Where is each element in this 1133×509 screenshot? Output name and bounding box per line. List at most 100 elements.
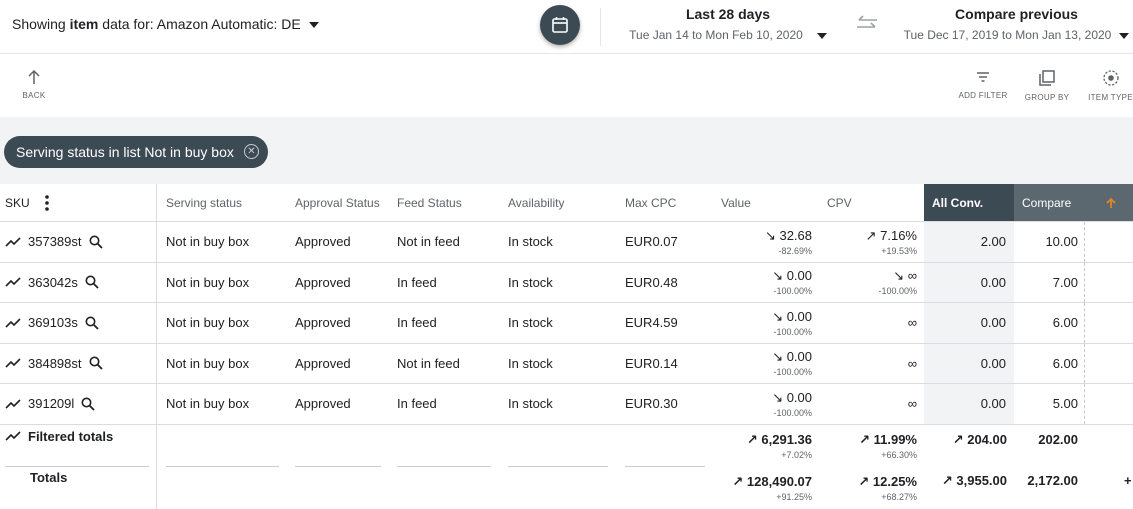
availability-cell: In stock	[508, 355, 553, 371]
all-conv-cell: 0.00	[924, 384, 1014, 424]
cpv-cell: ↘ ∞ -100.00%	[826, 263, 917, 303]
back-arrow-icon	[28, 69, 40, 84]
totals-label: Totals	[0, 467, 157, 509]
approval-status-cell: Approved	[295, 274, 351, 290]
col-header-approval-status[interactable]: Approval Status	[295, 184, 380, 221]
sku-label[interactable]: 369103s	[28, 315, 78, 330]
back-button[interactable]: BACK	[18, 69, 50, 100]
table-row[interactable]: 369103s Not in buy box Approved In feed In s…	[0, 303, 1133, 344]
cpv-cell: ∞	[826, 303, 917, 343]
more-vert-icon[interactable]	[44, 194, 50, 212]
feed-status-cell: Not in feed	[397, 355, 460, 371]
trend-icon[interactable]	[5, 277, 21, 287]
col-header-all-conv[interactable]: All Conv.	[924, 184, 1014, 221]
cpv-cell: ∞	[826, 384, 917, 424]
totals-compare: 2,172.00	[1027, 473, 1078, 488]
account-selector[interactable]: Showing item data for: Amazon Automatic:…	[12, 16, 319, 32]
col-header-value[interactable]: Value	[721, 184, 751, 221]
compare-range-dates: Tue Dec 17, 2019 to Mon Jan 13, 2020	[900, 28, 1133, 42]
cpv-cell: ↗ 7.16% +19.53%	[826, 222, 917, 262]
max-cpc-cell: EUR0.48	[625, 274, 678, 290]
filter-chip[interactable]: Serving status in list Not in buy box ✕	[4, 136, 268, 168]
chevron-down-icon	[308, 22, 319, 29]
showing-prefix: Showing	[12, 16, 70, 32]
showing-item: item	[69, 16, 99, 32]
sku-label[interactable]: 363042s	[28, 275, 78, 290]
table-row[interactable]: 391209l Not in buy box Approved In feed In s…	[0, 384, 1133, 425]
trend-icon[interactable]	[5, 318, 21, 328]
filtered-totals-all-conv: ↗ 204.00	[952, 432, 1007, 447]
max-cpc-cell: EUR0.14	[625, 355, 678, 371]
calendar-button[interactable]	[540, 5, 580, 45]
col-header-serving-status[interactable]: Serving status	[166, 184, 242, 221]
availability-cell: In stock	[508, 234, 553, 250]
col-header-availability[interactable]: Availability	[508, 184, 564, 221]
cpv-main: ∞	[907, 355, 917, 371]
search-icon[interactable]	[89, 235, 103, 249]
trend-icon[interactable]	[5, 399, 21, 409]
col-header-feed-status[interactable]: Feed Status	[397, 184, 462, 221]
col-header-cpv[interactable]: CPV	[827, 184, 852, 221]
trend-icon[interactable]	[5, 358, 21, 368]
value-cell: ↘ 32.68 -82.69%	[720, 222, 812, 262]
feed-status-cell: In feed	[397, 396, 437, 412]
sku-label[interactable]: 357389st	[28, 234, 82, 249]
compare-range-title: Compare previous	[955, 6, 1078, 22]
current-range-selector[interactable]: Last 28 days Tue Jan 14 to Mon Feb 10, 2…	[626, 6, 830, 42]
totals-row: Totals ↗ 128,490.07 +91.25% ↗ 12.25% +68…	[0, 467, 1133, 509]
add-filter-button[interactable]: ADD FILTER	[955, 69, 1011, 100]
sku-label[interactable]: 391209l	[28, 396, 74, 411]
table-row[interactable]: 384898st Not in buy box Approved Not in fee…	[0, 343, 1133, 384]
availability-cell: In stock	[508, 396, 553, 412]
value-main: ↘ 0.00	[772, 389, 812, 405]
close-circle-icon[interactable]: ✕	[243, 144, 259, 159]
approval-status-cell: Approved	[295, 315, 351, 331]
search-icon[interactable]	[81, 397, 95, 411]
max-cpc-cell: EUR0.07	[625, 234, 678, 250]
approval-status-cell: Approved	[295, 355, 351, 371]
max-cpc-cell: EUR4.59	[625, 315, 678, 331]
trend-icon	[5, 431, 21, 441]
column-divider	[1084, 222, 1085, 262]
trend-icon[interactable]	[5, 237, 21, 247]
sku-cell: 369103s	[0, 303, 157, 343]
column-divider	[1084, 262, 1085, 302]
divider	[600, 8, 601, 46]
totals-edge: +	[1124, 473, 1132, 488]
table-row[interactable]: 357389st Not in buy box Approved Not in fee…	[0, 222, 1133, 263]
sku-label[interactable]: 384898st	[28, 356, 82, 371]
col-header-sku[interactable]: SKU	[0, 184, 157, 221]
cpv-main: ↗ 7.16%	[865, 227, 917, 243]
item-type-button[interactable]: ITEM TYPE	[1088, 69, 1133, 102]
all-conv-cell: 0.00	[924, 303, 1014, 343]
value-change: -82.69%	[778, 245, 812, 256]
search-icon[interactable]	[89, 356, 103, 370]
group-by-icon	[1039, 70, 1055, 86]
compare-range-selector[interactable]: Compare previous Tue Dec 17, 2019 to Mon…	[900, 6, 1133, 42]
search-icon[interactable]	[85, 275, 99, 289]
value-cell: ↘ 0.00 -100.00%	[720, 263, 812, 303]
col-header-max-cpc[interactable]: Max CPC	[625, 184, 676, 221]
value-cell: ↘ 0.00 -100.00%	[720, 344, 812, 384]
sort-up-icon[interactable]	[1105, 197, 1117, 209]
current-range-title: Last 28 days	[685, 6, 771, 22]
search-icon[interactable]	[85, 316, 99, 330]
filter-icon	[977, 72, 989, 82]
group-by-button[interactable]: GROUP BY	[1024, 69, 1070, 102]
swap-icon[interactable]	[855, 14, 879, 34]
compare-cell: 7.00	[1052, 274, 1078, 290]
filtered-totals-cpv: ↗ 11.99% +66.30%	[859, 432, 917, 460]
col-header-compare[interactable]: Compare	[1014, 184, 1133, 221]
toolbar: BACK ADD FILTER GROUP BY ITEM TYPE	[0, 55, 1133, 117]
table-row[interactable]: 363042s Not in buy box Approved In feed In s…	[0, 262, 1133, 303]
compare-cell: 6.00	[1052, 355, 1078, 371]
totals-cpv: ↗ 12.25% +68.27%	[858, 474, 917, 502]
cpv-change: -100.00%	[878, 286, 917, 297]
cpv-change: +19.53%	[881, 245, 917, 256]
table-header: SKU Serving status Approval Status Feed …	[0, 184, 1133, 222]
serving-status-cell: Not in buy box	[166, 396, 250, 412]
feed-status-cell: Not in feed	[397, 234, 460, 250]
value-change: -100.00%	[773, 286, 812, 297]
value-main: ↘ 32.68	[764, 227, 812, 243]
sku-cell: 357389st	[0, 222, 157, 262]
